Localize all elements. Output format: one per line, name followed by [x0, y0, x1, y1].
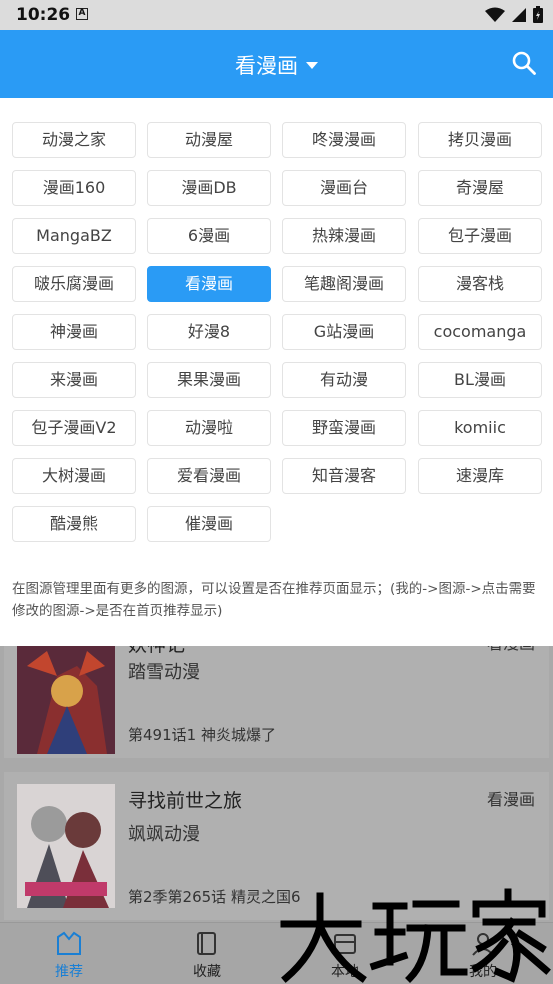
comic-source: 看漫画 — [486, 790, 535, 809]
source-chip[interactable]: 包子漫画 — [418, 218, 542, 254]
notification-a-icon: A — [76, 8, 88, 20]
source-chip[interactable]: 漫画DB — [147, 170, 271, 206]
signal-icon — [512, 7, 526, 22]
comic-cover — [17, 784, 115, 908]
source-chip[interactable]: 漫客栈 — [418, 266, 542, 302]
source-chip[interactable]: 漫画台 — [282, 170, 406, 206]
source-chip[interactable]: 好漫8 — [147, 314, 271, 350]
status-time: 10:26 — [16, 5, 71, 25]
source-chip[interactable]: 啵乐腐漫画 — [12, 266, 136, 302]
comic-author: 踏雪动漫 — [128, 662, 200, 683]
source-chip[interactable]: 动漫啦 — [147, 410, 271, 446]
source-note: 在图源管理里面有更多的图源，可以设置是否在推荐页面显示；(我的->图源->点击需… — [12, 581, 536, 619]
source-panel: 动漫之家 动漫屋 咚漫漫画 拷贝漫画漫画160 漫画DB 漫画台 奇漫屋 MangaBZ 6漫画… — [0, 98, 553, 646]
source-chip[interactable]: G站漫画 — [282, 314, 406, 350]
source-chip[interactable]: 热辣漫画 — [282, 218, 406, 254]
top-app-bar: 看漫画 — [0, 30, 553, 98]
source-chip[interactable]: 奇漫屋 — [418, 170, 542, 206]
comic-latest-chapter: 第2季第265话 精灵之国6 — [128, 888, 301, 906]
search-icon[interactable] — [511, 50, 537, 76]
source-chip[interactable]: 野蛮漫画 — [282, 410, 406, 446]
nav-label: 推荐 — [55, 964, 83, 980]
source-chip[interactable]: 酷漫熊 — [12, 506, 136, 542]
source-chip[interactable]: 知音漫客 — [282, 458, 406, 494]
source-chip[interactable]: 神漫画 — [12, 314, 136, 350]
source-chip[interactable]: 有动漫 — [282, 362, 406, 398]
recommend-list: 妖神记 看漫画 踏雪动漫 第491话1 神炎城爆了 寻找前世之旅 看漫画 飒飒动… — [0, 646, 553, 922]
battery-icon — [533, 6, 543, 23]
nav-label: 收藏 — [193, 964, 221, 980]
nav-recommend[interactable]: 推荐 — [0, 923, 138, 984]
comic-author: 飒飒动漫 — [128, 824, 200, 845]
source-chip[interactable]: 笔趣阁漫画 — [282, 266, 406, 302]
nav-bookshelf[interactable]: 收藏 — [138, 923, 276, 984]
source-chip[interactable]: komiic — [418, 410, 542, 446]
source-chip[interactable]: 漫画160 — [12, 170, 136, 206]
source-chip[interactable]: 看漫画 — [147, 266, 271, 302]
comic-card[interactable]: 妖神记 看漫画 踏雪动漫 第491话1 神炎城爆了 — [4, 646, 549, 758]
source-chip[interactable]: 速漫库 — [418, 458, 542, 494]
source-chip[interactable]: 大树漫画 — [12, 458, 136, 494]
watermark-logo — [280, 888, 551, 983]
source-chip[interactable]: 动漫屋 — [147, 122, 271, 158]
wifi-icon — [485, 7, 505, 22]
source-chip[interactable]: 果果漫画 — [147, 362, 271, 398]
source-chip[interactable]: 6漫画 — [147, 218, 271, 254]
page-title: 看漫画 — [235, 54, 298, 78]
source-chip[interactable]: cocomanga — [418, 314, 542, 350]
source-chip[interactable]: MangaBZ — [12, 218, 136, 254]
source-chip[interactable]: 催漫画 — [147, 506, 271, 542]
source-chip[interactable]: 爱看漫画 — [147, 458, 271, 494]
caret-down-icon — [306, 62, 318, 69]
source-dropdown[interactable]: 看漫画 — [0, 50, 553, 80]
comic-source: 看漫画 — [487, 646, 535, 654]
comic-title: 寻找前世之旅 — [128, 790, 243, 812]
bookshelf-icon — [197, 932, 216, 955]
recommend-icon — [57, 931, 81, 955]
source-chip[interactable]: 包子漫画V2 — [12, 410, 136, 446]
source-chip[interactable]: 来漫画 — [12, 362, 136, 398]
source-chip[interactable]: 咚漫漫画 — [282, 122, 406, 158]
source-chip[interactable]: 动漫之家 — [12, 122, 136, 158]
comic-cover — [17, 646, 115, 754]
comic-latest-chapter: 第491话1 神炎城爆了 — [128, 726, 276, 744]
status-bar: 10:26 A — [0, 0, 553, 30]
source-chip[interactable]: BL漫画 — [418, 362, 542, 398]
comic-title: 妖神记 — [128, 646, 185, 657]
source-chip[interactable]: 拷贝漫画 — [418, 122, 542, 158]
status-icons — [485, 6, 543, 23]
